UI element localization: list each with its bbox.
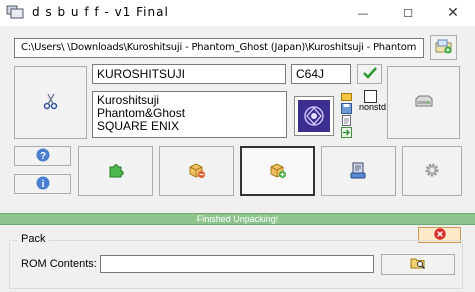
- arrow-small-icon[interactable]: [341, 127, 352, 138]
- rom-contents-label: ROM Contents:: [21, 258, 97, 270]
- drive-icon: [415, 95, 433, 110]
- box-remove-icon: [188, 161, 206, 182]
- maximize-button[interactable]: ☐: [386, 0, 430, 26]
- unpack-button[interactable]: [159, 146, 234, 196]
- checkmark-icon: [362, 66, 377, 82]
- browse-rom-button[interactable]: [430, 35, 457, 60]
- nonstd-label: nonstd: [359, 102, 387, 112]
- description-line-3: SQUARE ENIX: [97, 119, 180, 133]
- disk-write-icon: [350, 161, 368, 182]
- rom-contents-field[interactable]: [100, 255, 374, 273]
- svg-text:?: ?: [39, 151, 45, 162]
- gear-icon: [424, 162, 440, 181]
- info-icon: i: [36, 176, 50, 193]
- folder-cube-icon: [435, 38, 453, 57]
- drive-button[interactable]: [387, 66, 460, 139]
- pack-button[interactable]: [240, 146, 315, 196]
- save-small-icon[interactable]: [341, 103, 352, 114]
- folder-search-icon: [410, 256, 426, 273]
- game-description-field[interactable]: Kuroshitsuji Phantom&Ghost SQUARE ENIX: [92, 91, 287, 138]
- box-add-icon: [269, 161, 287, 182]
- extract-button[interactable]: [14, 66, 87, 139]
- plugin-button[interactable]: [78, 146, 153, 196]
- game-banner-icon[interactable]: [294, 96, 334, 136]
- game-title-field[interactable]: KUROSHITSUJI: [92, 64, 286, 84]
- help-icon: ?: [36, 148, 50, 165]
- browse-button[interactable]: [381, 254, 455, 275]
- write-disk-button[interactable]: [321, 146, 396, 196]
- document-small-icon[interactable]: [341, 115, 352, 126]
- scissors-icon: [43, 92, 59, 113]
- game-code-field[interactable]: C64J: [291, 64, 351, 84]
- rom-path-field[interactable]: C:\Users\ \Downloads\Kuroshitsuji - Phan…: [14, 38, 424, 58]
- settings-button[interactable]: [402, 146, 462, 196]
- status-text: Finished Unpacking!: [196, 214, 279, 224]
- status-bar: Finished Unpacking!: [0, 213, 475, 225]
- folder-small-icon[interactable]: [341, 91, 352, 102]
- close-window-button[interactable]: ✕: [431, 0, 475, 26]
- info-button[interactable]: i: [14, 174, 71, 194]
- puzzle-icon: [108, 162, 124, 181]
- confirm-button[interactable]: [357, 64, 382, 84]
- help-button[interactable]: ?: [14, 146, 71, 166]
- window-title: d s b u f f - v1 Final: [32, 5, 169, 19]
- minimize-button[interactable]: —: [341, 0, 385, 26]
- svg-text:i: i: [41, 179, 44, 190]
- ds-console-icon: [6, 5, 24, 19]
- pack-group-label: Pack: [17, 233, 50, 245]
